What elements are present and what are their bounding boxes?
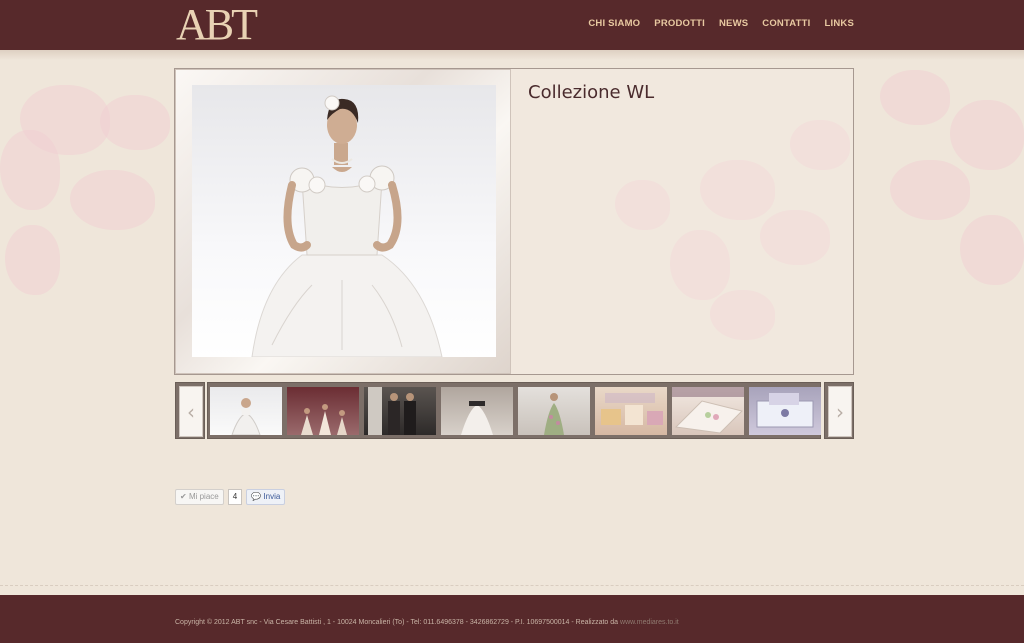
nav-chi-siamo[interactable]: CHI SIAMO [588,18,640,29]
thumbnail[interactable] [749,387,821,435]
thumbnail[interactable] [287,387,359,435]
collection-title: Collezione WL [528,82,655,103]
copyright-text: Copyright © 2012 ABT snc - Via Cesare Ba… [175,619,679,626]
like-label: Mi piace [188,492,219,501]
petal-decoration [5,225,60,295]
like-count: 4 [227,489,243,505]
speech-bubble-icon: 💬 [251,492,262,501]
copyright-body: Copyright © 2012 ABT snc - Via Cesare Ba… [175,619,621,626]
facebook-like-bar: ✔ Mi piace 4 💬 Invia [175,489,286,505]
carousel-prev[interactable]: ‹ [175,382,205,439]
nav-links[interactable]: LINKS [825,18,855,29]
petal-decoration [960,215,1024,285]
credit-link[interactable]: www.mediares.to.it [620,619,679,626]
petal-decoration [70,170,155,230]
thumbnail[interactable] [441,387,513,435]
nav-prodotti[interactable]: PRODOTTI [654,18,705,29]
thumbnail[interactable] [518,387,590,435]
nav-news[interactable]: NEWS [719,18,748,29]
thumb-couple-icon [368,387,416,435]
carousel-next[interactable]: › [824,382,854,439]
send-button[interactable]: 💬 Invia [246,489,286,505]
thumbnail[interactable] [672,387,744,435]
site-header: ABT CHI SIAMO PRODOTTI NEWS CONTATTI LIN… [0,0,1024,51]
thumb-linen-icon [672,387,744,434]
main-nav: CHI SIAMO PRODOTTI NEWS CONTATTI LINKS [588,18,854,29]
nav-contatti[interactable]: CONTATTI [762,18,810,29]
featured-photo[interactable] [192,85,496,357]
header-shadow [0,50,1024,60]
footer-divider [0,585,1024,586]
thumbnail[interactable] [210,387,282,436]
petal-decoration [100,95,170,150]
send-label: Invia [263,492,281,501]
thumb-gift-boxes-icon [601,393,663,425]
chevron-left-icon: ‹ [179,386,203,437]
petal-decoration [880,70,950,125]
thumb-party-icon [301,404,347,435]
thumbnail[interactable] [364,387,436,435]
thumbnail-strip [207,382,821,439]
petal-decoration [890,160,970,220]
abt-logo[interactable]: ABT [176,0,258,50]
like-button[interactable]: ✔ Mi piace [175,489,224,505]
thumb-floral-gown-icon [544,393,564,435]
petal-decoration [0,130,60,210]
thumb-sash-gown-icon [461,401,493,435]
bride-illustration [251,95,443,357]
petal-decoration [950,100,1024,170]
chevron-right-icon: › [828,386,852,437]
checkmark-icon: ✔ [180,492,187,501]
thumb-bride-icon [231,398,261,436]
thumb-stationery-icon [756,393,814,428]
thumbnail[interactable] [595,387,667,435]
